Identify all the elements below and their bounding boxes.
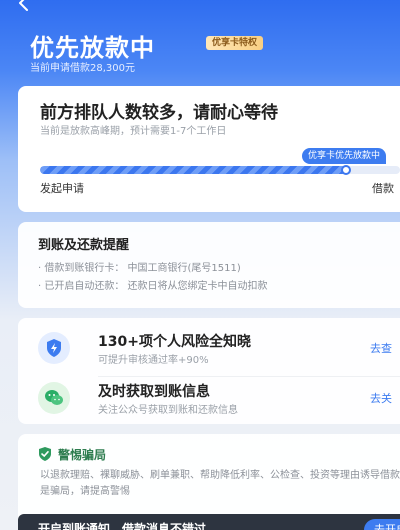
feature-desc: 可提升审核通过率+90% <box>98 355 209 366</box>
shield-lightning-icon <box>38 332 70 364</box>
feature-wechat-notify[interactable]: 及时获取到账信息 关注公众号获取到账和还款信息 去关 <box>18 374 400 424</box>
loan-amount-text: 当前申请借款28,300元 <box>30 63 135 74</box>
progress-tip: 优享卡优先放款中 <box>302 148 387 164</box>
notify-bar: 开启到账通知，借款消息不错过 去开启 <box>18 514 400 530</box>
wechat-icon <box>38 382 70 414</box>
fraud-title: 警惕骗局 <box>58 448 107 462</box>
queue-subtitle: 当前是放款高峰期，预计需要1-7个工作日 <box>40 126 227 137</box>
fraud-text: 以退款理赔、裸聊威胁、刷单兼职、帮助降低利率、公检查、投资等理由诱导借款的都是骗… <box>40 470 400 497</box>
bank-card-line: · 借款到账银行卡： 中国工商银行(尾号1511) <box>38 263 241 274</box>
progress-start-label: 发起申请 <box>40 182 84 195</box>
feature-risk-report[interactable]: 130+项个人风险全知晓 可提升审核通过率+90% 去查 <box>18 324 400 377</box>
feature-title: 130+项个人风险全知晓 <box>98 334 251 350</box>
reminder-card: 到账及还款提醒 · 借款到账银行卡： 中国工商银行(尾号1511) · 已开启自… <box>18 222 400 308</box>
follow-account-button[interactable]: 去关 <box>370 390 392 406</box>
shield-check-icon <box>39 447 51 461</box>
progress-fill <box>40 166 346 174</box>
enable-notify-button[interactable]: 去开启 <box>364 519 400 530</box>
progress-end-label: 借款 <box>372 182 394 195</box>
privilege-badge: 优享卡特权 <box>206 36 264 50</box>
features-card: 130+项个人风险全知晓 可提升审核通过率+90% 去查 及时获取到账信息 关注… <box>18 318 400 424</box>
auto-repay-line: · 已开启自动还款： 还款日将从您绑定卡中自动扣款 <box>38 281 268 292</box>
feature-title: 及时获取到账信息 <box>98 384 210 400</box>
back-button[interactable] <box>14 0 34 14</box>
page-title: 优先放款中 <box>30 34 155 62</box>
progress-dot <box>341 165 351 175</box>
reminder-title: 到账及还款提醒 <box>38 238 130 253</box>
chevron-left-icon <box>19 0 28 11</box>
queue-title: 前方排队人数较多，请耐心等待 <box>40 103 278 123</box>
view-risk-button[interactable]: 去查 <box>370 340 392 356</box>
feature-desc: 关注公众号获取到账和还款信息 <box>98 405 238 416</box>
notify-text: 开启到账通知，借款消息不错过 <box>38 522 207 530</box>
